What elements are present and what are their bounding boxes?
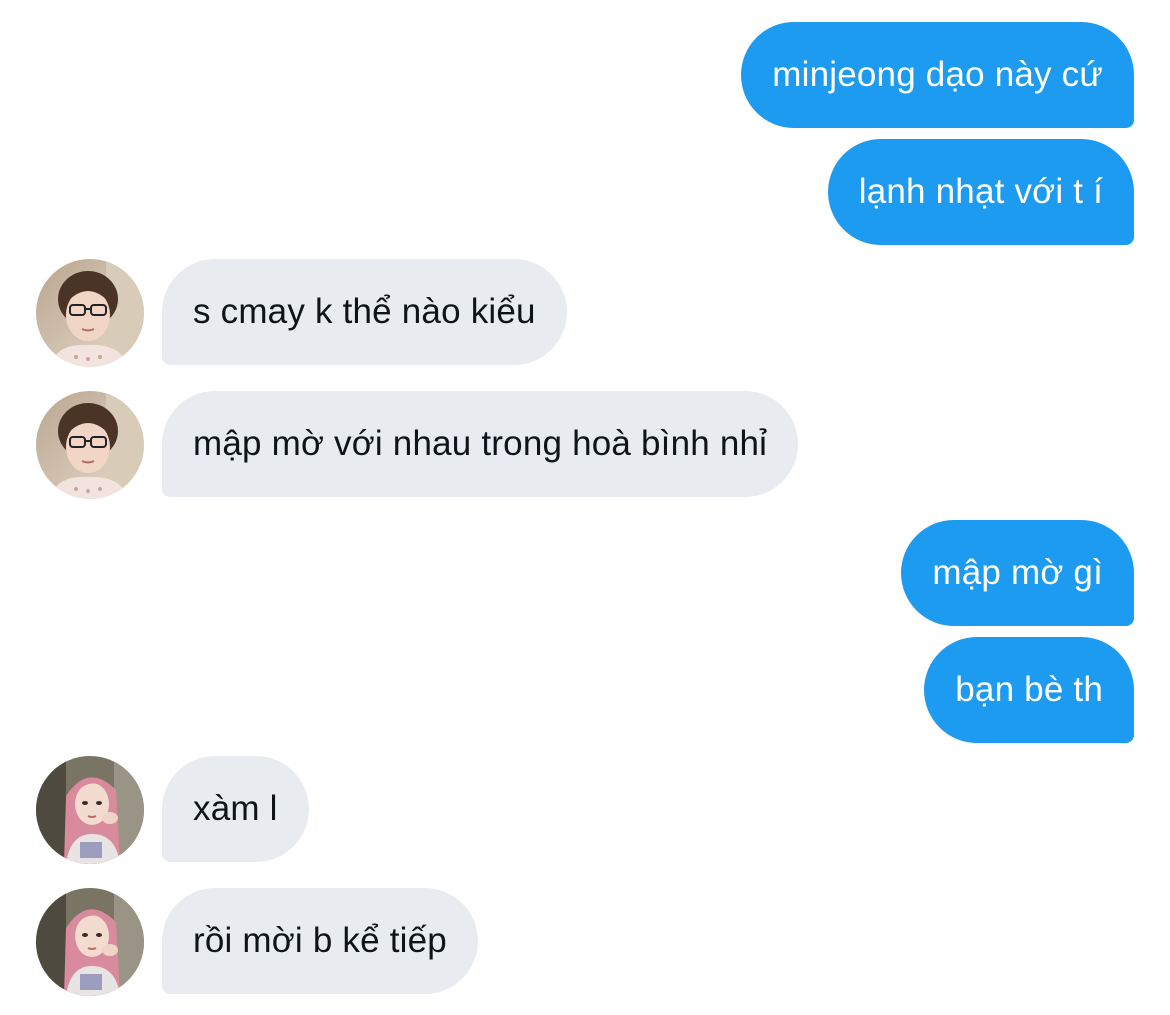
message-row: s cmay k thể nào kiểu bbox=[0, 259, 1170, 367]
message-row: lạnh nhạt với t í bbox=[0, 139, 1170, 245]
user-avatar-glasses[interactable] bbox=[36, 391, 144, 499]
user-avatar-pink-hair[interactable] bbox=[36, 756, 144, 864]
incoming-message-bubble[interactable]: s cmay k thể nào kiểu bbox=[162, 259, 567, 365]
message-row: bạn bè th bbox=[0, 637, 1170, 743]
message-row: mập mờ gì bbox=[0, 520, 1170, 626]
message-row: minjeong dạo này cứ bbox=[0, 22, 1170, 128]
incoming-message-bubble[interactable]: rồi mời b kể tiếp bbox=[162, 888, 478, 994]
outgoing-message-bubble[interactable]: minjeong dạo này cứ bbox=[741, 22, 1134, 128]
outgoing-message-bubble[interactable]: lạnh nhạt với t í bbox=[827, 139, 1134, 245]
incoming-message-bubble[interactable]: mập mờ với nhau trong hoà bình nhỉ bbox=[162, 391, 799, 497]
message-thread: minjeong dạo này cứ lạnh nhạt với t í s … bbox=[0, 0, 1170, 1015]
message-row: mập mờ với nhau trong hoà bình nhỉ bbox=[0, 391, 1170, 499]
user-avatar-glasses[interactable] bbox=[36, 259, 144, 367]
message-row: xàm l bbox=[0, 756, 1170, 864]
message-row: rồi mời b kể tiếp bbox=[0, 888, 1170, 996]
user-avatar-pink-hair[interactable] bbox=[36, 888, 144, 996]
outgoing-message-bubble[interactable]: mập mờ gì bbox=[901, 520, 1134, 626]
outgoing-message-bubble[interactable]: bạn bè th bbox=[924, 637, 1134, 743]
incoming-message-bubble[interactable]: xàm l bbox=[162, 756, 309, 862]
